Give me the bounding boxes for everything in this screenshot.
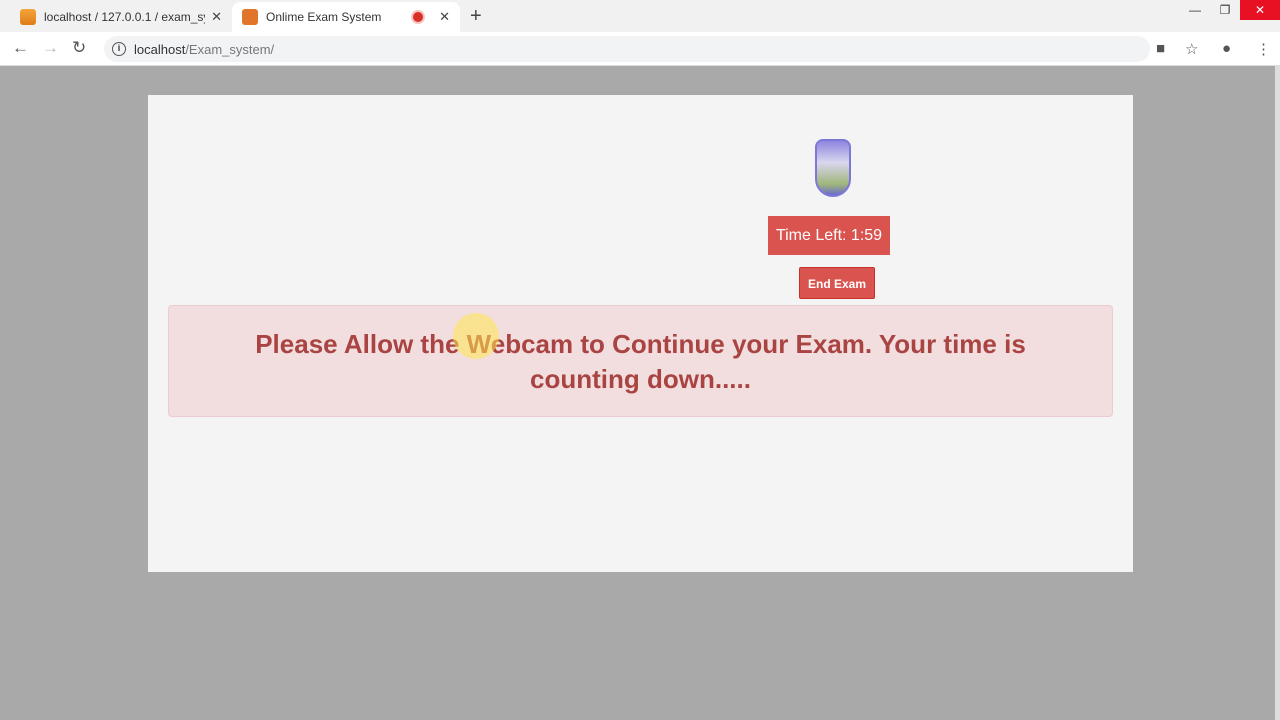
phpmyadmin-icon [20,9,36,25]
university-logo [815,139,851,197]
scrollbar[interactable] [1275,66,1280,720]
xampp-icon [242,9,258,25]
reload-button[interactable]: ↻ [72,38,86,58]
info-icon[interactable]: i [112,42,126,56]
bookmark-star-icon[interactable]: ☆ [1185,40,1198,58]
back-button[interactable]: ← [12,38,29,58]
tab-exam-system[interactable]: Onlime Exam System ✕ [232,2,460,32]
exam-panel: Time Left: 1:59 End Exam Please Allow th… [148,95,1133,572]
address-bar[interactable]: i localhost/Exam_system/ [104,36,1150,62]
close-window-button[interactable]: ✕ [1240,0,1280,20]
forward-button[interactable]: → [42,38,59,58]
minimize-button[interactable]: — [1180,0,1210,20]
webcam-alert: Please Allow the Webcam to Continue your… [168,305,1113,417]
camera-icon[interactable]: ■ [1156,40,1165,57]
time-left-badge: Time Left: 1:59 [768,216,890,255]
menu-icon[interactable]: ⋮ [1256,40,1271,58]
close-tab-icon[interactable]: ✕ [439,9,450,25]
end-exam-button[interactable]: End Exam [799,267,875,299]
recording-icon [413,12,424,22]
new-tab-button[interactable]: + [470,5,482,28]
profile-icon[interactable]: ● [1222,40,1231,57]
toolbar: ← → ↻ i localhost/Exam_system/ ■ ☆ ● ⋮ [0,32,1280,66]
restore-button[interactable]: ❐ [1210,0,1240,20]
tab-bar: localhost / 127.0.0.1 / exam_system ✕ On… [0,0,1280,32]
cursor-highlight [453,313,499,359]
tab-phpmyadmin[interactable]: localhost / 127.0.0.1 / exam_system ✕ [10,2,232,32]
close-tab-icon[interactable]: ✕ [211,9,222,25]
